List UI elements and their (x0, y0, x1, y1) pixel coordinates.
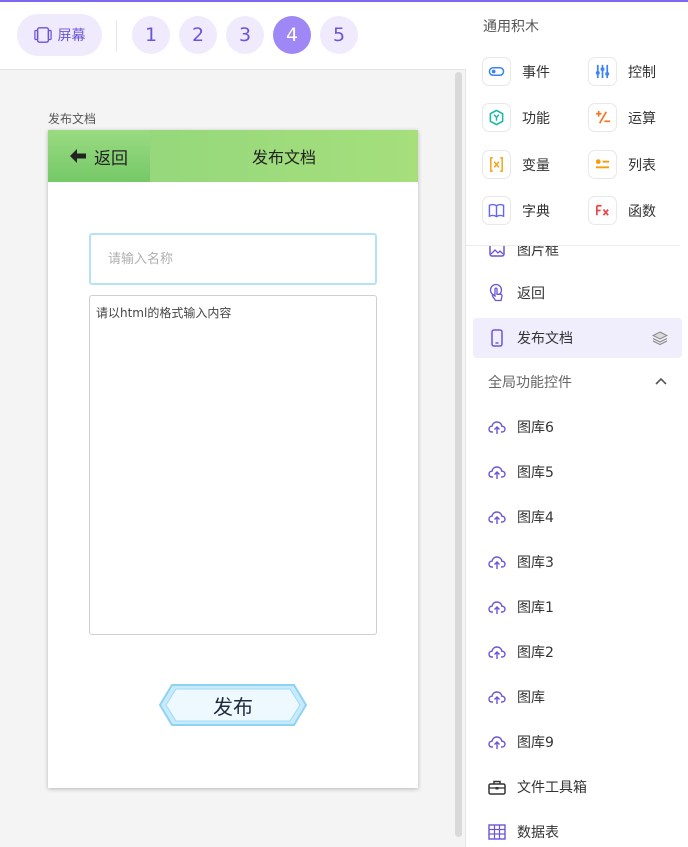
page-tab-5[interactable]: 5 (320, 16, 358, 54)
screen-icon (33, 27, 52, 43)
cloud-upload-icon (488, 466, 506, 479)
toggle-icon (482, 57, 511, 86)
tree-item-label: 图库4 (517, 510, 554, 526)
block-operator[interactable]: 运算 (588, 103, 656, 132)
tree-item-label: 文件工具箱 (517, 780, 587, 796)
cloud-upload-icon (488, 601, 506, 614)
tree-item-gallery[interactable]: 图库 (473, 677, 682, 717)
tree-item-gallery-9[interactable]: 图库9 (473, 722, 682, 762)
block-label: 列表 (628, 157, 656, 174)
group-header-label: 全局功能控件 (488, 375, 572, 391)
block-function[interactable]: 功能 (482, 103, 550, 132)
cloud-upload-icon (488, 511, 506, 524)
variable-icon (482, 150, 511, 179)
tree-item-publish-doc[interactable]: 发布文档 (473, 318, 682, 358)
block-label: 功能 (522, 110, 550, 127)
tree-item-label: 数据表 (517, 825, 559, 841)
phone-icon (491, 329, 503, 347)
tree-item-gallery-5[interactable]: 图库5 (473, 452, 682, 492)
canvas-pane: 屏幕 1 2 3 4 5 发布文档 返回 发布文档 请输入名称 请以html的格… (0, 2, 466, 847)
cloud-upload-icon (488, 646, 506, 659)
touch-icon (489, 283, 503, 302)
block-label: 变量 (522, 157, 550, 174)
tree-item-gallery-3[interactable]: 图库3 (473, 542, 682, 582)
tree-item-label: 图库3 (517, 555, 554, 571)
screen-toolbar: 屏幕 1 2 3 4 5 (0, 2, 466, 70)
table-icon (488, 824, 506, 840)
block-function-def[interactable]: 函数 (588, 196, 656, 225)
canvas-scrollbar[interactable] (455, 72, 462, 837)
calculator-icon (588, 103, 617, 132)
tree-item-image-frame[interactable]: 图片框 (473, 246, 682, 270)
screen-button-label: 屏幕 (57, 28, 86, 44)
block-control[interactable]: 控制 (588, 57, 656, 86)
tree-item-gallery-6[interactable]: 图库6 (473, 407, 682, 447)
hexagon-icon (482, 103, 511, 132)
block-label: 运算 (628, 110, 656, 127)
tree-item-gallery-1[interactable]: 图库1 (473, 587, 682, 627)
page-tab-4[interactable]: 4 (273, 16, 311, 54)
page-tab-3[interactable]: 3 (226, 16, 264, 54)
tree-item-data-table[interactable]: 数据表 (473, 812, 682, 847)
page-tab-2[interactable]: 2 (179, 16, 217, 54)
tree-item-gallery-2[interactable]: 图库2 (473, 632, 682, 672)
publish-button[interactable]: 发布 (158, 683, 308, 727)
block-list[interactable]: 列表 (588, 150, 656, 179)
publish-button-label: 发布 (213, 694, 253, 719)
phone-title: 发布文档 (251, 148, 316, 167)
page-tab-1[interactable]: 1 (132, 16, 170, 54)
tree-item-label: 图库5 (517, 465, 554, 481)
group-header-global-controls[interactable]: 全局功能控件 (473, 362, 682, 402)
cloud-upload-icon (488, 421, 506, 434)
phone-header: 返回 发布文档 (48, 130, 418, 182)
tree-item-label: 图库2 (517, 645, 554, 661)
html-content-input[interactable] (89, 295, 377, 635)
frame-label: 发布文档 (48, 112, 97, 126)
block-label: 字典 (522, 203, 550, 220)
palette-title: 通用积木 (483, 19, 539, 35)
arrow-left-icon (70, 149, 86, 163)
tree-item-file-toolbox[interactable]: 文件工具箱 (473, 767, 682, 807)
toolbar-divider (116, 20, 117, 52)
book-icon (482, 196, 511, 225)
list-icon (588, 150, 617, 179)
layers-icon[interactable] (652, 330, 668, 346)
tree-item-label: 图库6 (517, 420, 554, 436)
tree-item-label: 发布文档 (517, 331, 573, 347)
component-tree: 图片框 返回 发布文档 全局功能控件 图库6 图库5 图库4 图库3 图库1 图… (473, 246, 688, 847)
function-icon (588, 196, 617, 225)
back-button[interactable]: 返回 (48, 130, 150, 182)
right-panel: 通用积木 事件 控制 功能 运算 变量 列表 字典 函数 图片框 返回 发布文档… (466, 2, 688, 847)
chevron-up-icon (655, 377, 667, 385)
block-label: 事件 (522, 64, 550, 81)
cloud-upload-icon (488, 691, 506, 704)
phone-frame: 返回 发布文档 发布 (48, 130, 418, 788)
screen-button[interactable]: 屏幕 (17, 14, 102, 56)
block-dictionary[interactable]: 字典 (482, 196, 550, 225)
page-tabs: 1 2 3 4 5 (132, 16, 358, 54)
block-label: 控制 (628, 64, 656, 81)
block-variable[interactable]: 变量 (482, 150, 550, 179)
tree-item-back[interactable]: 返回 (473, 273, 682, 313)
tree-item-label: 图库9 (517, 735, 554, 751)
toolbox-icon (488, 780, 506, 795)
cloud-upload-icon (488, 556, 506, 569)
image-icon (489, 246, 505, 257)
tree-item-label: 图片框 (517, 246, 559, 259)
block-label: 函数 (628, 203, 656, 220)
cloud-upload-icon (488, 736, 506, 749)
sliders-icon (588, 57, 617, 86)
block-event[interactable]: 事件 (482, 57, 550, 86)
name-input[interactable] (89, 233, 377, 285)
tree-item-label: 返回 (517, 286, 545, 302)
tree-item-label: 图库1 (517, 600, 554, 616)
tree-item-label: 图库 (517, 690, 545, 706)
back-button-label: 返回 (94, 148, 128, 169)
tree-item-gallery-4[interactable]: 图库4 (473, 497, 682, 537)
